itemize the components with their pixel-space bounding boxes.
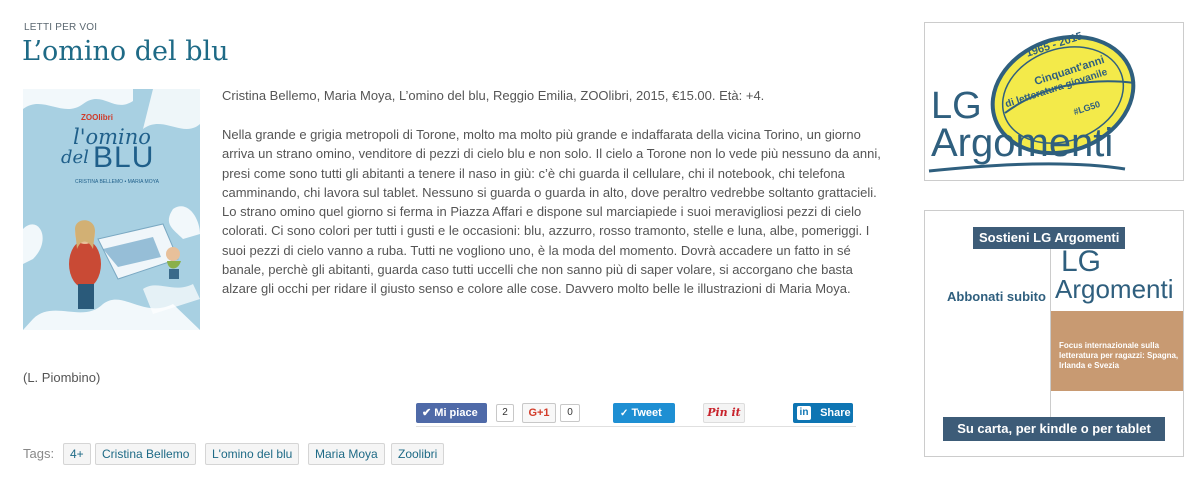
book-cover-image: ZOOlibri l'omino del BLU CRISTINA BELLEM… (23, 89, 200, 330)
tag-zoolibri[interactable]: Zoolibri (391, 443, 445, 465)
linkedin-share-label: Share (820, 407, 851, 420)
thumbs-up-icon: ✔ (422, 407, 432, 419)
facebook-like-button[interactable]: ✔ Mi piace 2 (416, 403, 516, 423)
magazine-logo-argomenti: Argomenti (1055, 274, 1174, 304)
magazine-cover-photo: Focus internazionale sulla letteratura p… (1051, 311, 1183, 391)
article-body: Nella grande e grigia metropoli di Toron… (222, 127, 881, 297)
sostieni-lg-argomenti-banner[interactable]: LG Argomenti Focus internazionale sulla … (924, 210, 1184, 457)
linkedin-share-button[interactable]: in Share (793, 403, 853, 423)
cover-publisher: ZOOlibri (81, 113, 113, 122)
article-category[interactable]: LETTI PER VOI (24, 22, 97, 33)
formats-footer: Su carta, per kindle o per tablet (943, 417, 1165, 441)
magazine-logo-lg: LG (1061, 245, 1102, 278)
linkedin-icon: in (797, 406, 811, 421)
pinterest-pin-button[interactable]: Pin it (703, 403, 745, 423)
twitter-tweet-label: Tweet (631, 407, 662, 419)
article-author: (L. Piombino) (23, 370, 101, 385)
facebook-like-count: 2 (496, 404, 514, 422)
book-citation: Cristina Bellemo, Maria Moya, L’omino de… (222, 88, 765, 103)
google-plus-count: 0 (560, 404, 580, 422)
tag-lomino-del-blu[interactable]: L'omino del blu (205, 443, 300, 465)
magazine-cover: LG Argomenti Focus internazionale sulla … (1050, 241, 1183, 421)
tag-maria-moya[interactable]: Maria Moya (308, 443, 385, 465)
sostieni-header: Sostieni LG Argomenti (973, 227, 1126, 249)
google-plus-label: G+1 (522, 403, 556, 423)
tag-cristina-bellemo[interactable]: Cristina Bellemo (95, 443, 197, 465)
tag-4plus[interactable]: 4+ (63, 443, 91, 465)
tags-label: Tags: (23, 446, 55, 461)
lg-logo-line2: Argomenti (931, 121, 1114, 165)
share-divider (416, 426, 856, 427)
abbonati-subito-link[interactable]: Abbonati subito (947, 289, 1046, 304)
article-title[interactable]: L’omino del blu (22, 36, 229, 67)
cover-authors: CRISTINA BELLEMO • MARIA MOYA (75, 179, 159, 185)
twitter-tweet-button[interactable]: ✓ Tweet (613, 403, 675, 423)
lg-logo-line1: LG (931, 85, 982, 127)
lg-argomenti-50-years-banner[interactable]: 1965 - 2015 Cinquant'anni di letteratura… (924, 22, 1184, 181)
cover-title-line3: BLU (93, 141, 155, 174)
twitter-bird-icon: ✓ (620, 408, 629, 419)
facebook-like-label: Mi piace (434, 407, 478, 419)
cover-title-line2: del (61, 147, 89, 168)
magazine-headline: Focus internazionale sulla letteratura p… (1059, 341, 1179, 370)
google-plus-button[interactable]: G+1 0 (522, 403, 582, 423)
